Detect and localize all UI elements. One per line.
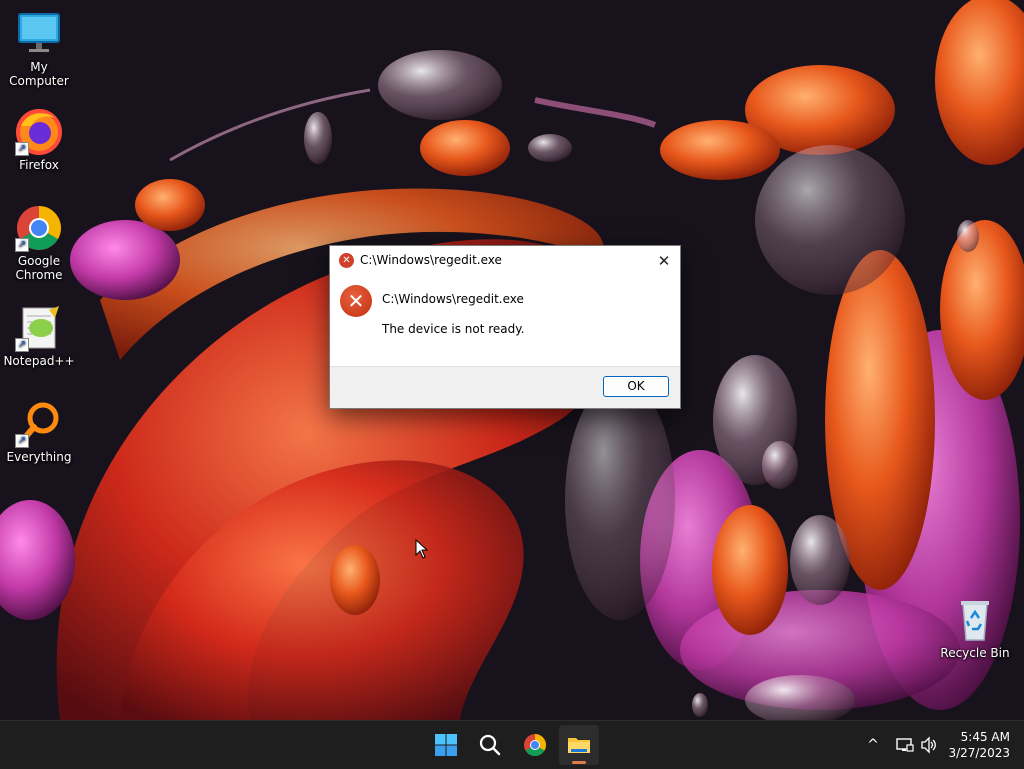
error-dialog: ✕ C:\Windows\regedit.exe ✕ ✕ C:\Windows\… <box>329 245 681 409</box>
desktop-icon-label: Firefox <box>19 158 59 172</box>
error-icon: ✕ <box>339 253 354 268</box>
chrome-icon: ↗ <box>15 204 63 252</box>
system-tray: ^ <box>860 721 950 769</box>
windows-start-icon <box>434 733 458 757</box>
notepadpp-icon: ↗ <box>15 304 63 352</box>
desktop-icon-label: Recycle Bin <box>940 646 1010 660</box>
desktop-icon-label: Google Chrome <box>15 254 63 282</box>
chrome-icon <box>523 733 547 757</box>
recycle-bin-icon <box>951 596 999 644</box>
dialog-body: ✕ C:\Windows\regedit.exe The device is n… <box>330 276 680 366</box>
close-icon: ✕ <box>657 252 671 270</box>
search-icon <box>478 733 502 757</box>
active-app-indicator <box>572 761 586 764</box>
speaker-icon[interactable] <box>918 734 940 756</box>
firefox-icon: ↗ <box>15 108 63 156</box>
desktop-icon-label: My Computer <box>9 60 69 88</box>
taskbar-file-explorer-button[interactable] <box>559 725 599 765</box>
everything-search-icon: ↗ <box>15 400 63 448</box>
chevron-up-icon: ^ <box>867 737 879 753</box>
taskbar-search-button[interactable] <box>470 725 510 765</box>
taskbar-clock[interactable]: 5:45 AM 3/27/2023 <box>940 729 1010 761</box>
folder-icon <box>567 733 591 757</box>
desktop-icon-my-computer[interactable]: My Computer <box>1 10 77 88</box>
close-button[interactable]: ✕ <box>648 246 680 276</box>
dialog-titlebar[interactable]: ✕ C:\Windows\regedit.exe ✕ <box>330 246 680 276</box>
mouse-cursor-icon <box>415 538 429 563</box>
desktop-icon-notepadpp[interactable]: ↗ Notepad++ <box>1 304 77 368</box>
network-icon[interactable] <box>894 734 916 756</box>
desktop-icon-label: Notepad++ <box>3 354 75 368</box>
desktop-icon-label: Everything <box>6 450 72 464</box>
error-icon: ✕ <box>340 285 372 317</box>
taskbar-chrome-button[interactable] <box>515 725 555 765</box>
clock-time: 5:45 AM <box>960 730 1010 744</box>
shortcut-arrow-icon: ↗ <box>15 238 29 252</box>
desktop-icon-everything[interactable]: ↗ Everything <box>1 400 77 464</box>
shortcut-arrow-icon: ↗ <box>15 434 29 448</box>
desktop-icon-recycle-bin[interactable]: Recycle Bin <box>937 596 1013 660</box>
desktop-icon-google-chrome[interactable]: ↗ Google Chrome <box>1 204 77 282</box>
clock-date: 3/27/2023 <box>948 746 1010 760</box>
shortcut-arrow-icon: ↗ <box>15 142 29 156</box>
monitor-icon <box>15 10 63 58</box>
dialog-footer: OK <box>330 366 680 408</box>
dialog-path-text: C:\Windows\regedit.exe <box>382 292 524 306</box>
dialog-title: C:\Windows\regedit.exe <box>360 253 502 267</box>
dialog-message: The device is not ready. <box>382 322 525 336</box>
show-hidden-icons-button[interactable]: ^ <box>862 734 884 756</box>
shortcut-arrow-icon: ↗ <box>15 338 29 352</box>
start-button[interactable] <box>426 725 466 765</box>
ok-button[interactable]: OK <box>603 376 669 397</box>
taskbar: ^ 5:45 AM 3/27/2023 <box>0 720 1024 769</box>
desktop-icon-firefox[interactable]: ↗ Firefox <box>1 108 77 172</box>
